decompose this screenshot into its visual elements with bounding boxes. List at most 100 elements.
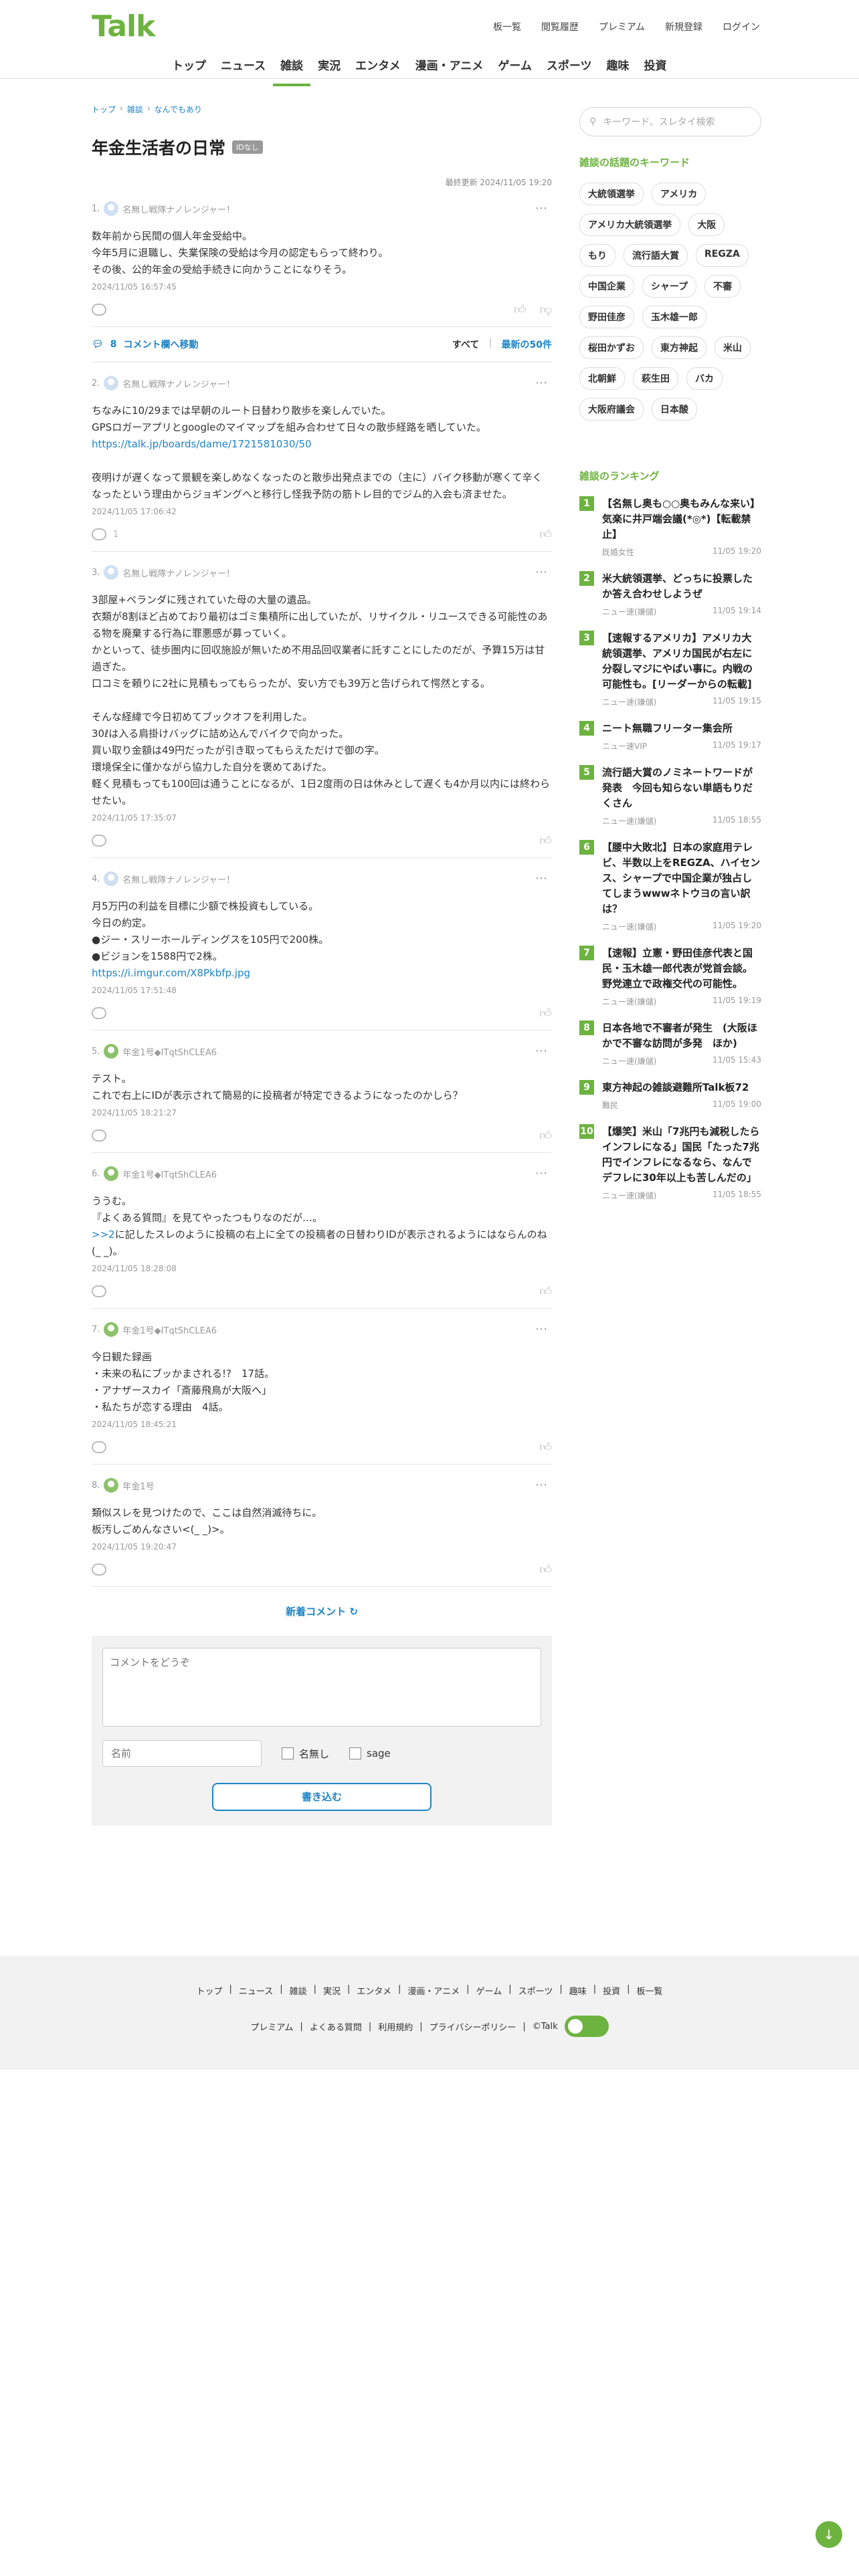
- keyword-tag[interactable]: 米山: [714, 336, 751, 359]
- more-menu-icon[interactable]: ⋯: [535, 565, 548, 579]
- keyword-tag[interactable]: もり: [579, 244, 615, 267]
- reply-icon[interactable]: [92, 1564, 106, 1576]
- footer-link[interactable]: 投資: [603, 1984, 620, 1997]
- keyword-tag[interactable]: アメリカ大統領選挙: [579, 213, 681, 236]
- theme-toggle[interactable]: [564, 2016, 609, 2037]
- thumbs-up-icon[interactable]: 👍︎: [539, 1128, 552, 1143]
- ranking-item[interactable]: 10 【爆笑】米山「7兆円も減税したらインフレになる」国民「たった7兆円でインフレ…: [579, 1124, 761, 1201]
- keyword-tag[interactable]: 桜田かずお: [579, 336, 644, 359]
- tab-hobby[interactable]: 趣味: [599, 47, 637, 86]
- ranking-title-text[interactable]: 【爆笑】米山「7兆円も減税したらインフレになる」国民「たった7兆円でインフレにな…: [602, 1124, 761, 1186]
- footer-link[interactable]: 板一覧: [637, 1984, 663, 1997]
- more-menu-icon[interactable]: ⋯: [535, 1322, 548, 1336]
- keyword-tag[interactable]: 不審: [704, 275, 741, 298]
- keyword-tag[interactable]: シャープ: [642, 275, 697, 298]
- footer-link[interactable]: ニュース: [239, 1984, 273, 1997]
- filter-all[interactable]: すべて: [452, 338, 479, 351]
- scroll-down-button[interactable]: ↓: [816, 2521, 842, 2548]
- ranking-item[interactable]: 6 【腰中大敗北】日本の家庭用テレビ、半数以上をREGZA、ハイセンス、シャープで…: [579, 840, 761, 932]
- keyword-tag[interactable]: 北朝鮮: [579, 367, 625, 390]
- footer-link[interactable]: 漫画・アニメ: [407, 1984, 460, 1997]
- more-menu-icon[interactable]: ⋯: [535, 1478, 548, 1492]
- tab-manga-anime[interactable]: 漫画・アニメ: [408, 47, 491, 86]
- anon-checkbox[interactable]: 名無し: [282, 1747, 329, 1761]
- thumbs-up-icon[interactable]: 👍︎: [514, 302, 527, 317]
- footer-link[interactable]: トップ: [196, 1984, 222, 1997]
- comment-link[interactable]: https://i.imgur.com/X8Pkbfp.jpg: [92, 967, 250, 979]
- ranking-item[interactable]: 2 米大統領選挙、どっちに投票したか答え合わせしようぜ ニュー速(嫌儲) 11/05 …: [579, 571, 761, 617]
- more-menu-icon[interactable]: ⋯: [535, 1044, 548, 1058]
- keyword-tag[interactable]: 大統領選挙: [579, 183, 644, 205]
- comment-link[interactable]: https://talk.jp/boards/dame/1721581030/5…: [92, 438, 312, 450]
- footer-link[interactable]: 実況: [323, 1984, 341, 1997]
- search-box[interactable]: ⚲ キーワード、スレタイ検索: [579, 107, 761, 136]
- nav-boards[interactable]: 板一覧: [493, 20, 521, 33]
- ranking-item[interactable]: 5 流行語大賞のノミネートワードが発表 今回も知らない単語もりだくさん ニュー速(嫌…: [579, 765, 761, 827]
- keyword-tag[interactable]: バカ: [686, 367, 723, 390]
- nav-login[interactable]: ログイン: [723, 20, 760, 33]
- keyword-tag[interactable]: 大阪: [688, 213, 725, 236]
- name-input[interactable]: [102, 1740, 262, 1767]
- nav-premium[interactable]: プレミアム: [599, 20, 645, 33]
- keyword-tag[interactable]: 流行語大賞: [624, 244, 688, 267]
- new-comments-button[interactable]: 新着コメント ↻: [92, 1587, 552, 1636]
- keyword-tag[interactable]: 中国企業: [579, 275, 634, 298]
- ranking-title-text[interactable]: 米大統領選挙、どっちに投票したか答え合わせしようぜ: [602, 571, 761, 602]
- tab-live[interactable]: 実況: [310, 47, 348, 86]
- ranking-item[interactable]: 3 【速報するアメリカ】アメリカ大統領選挙、アメリカ国民が右左に分裂しマジにやばい…: [579, 631, 761, 708]
- footer-link[interactable]: 趣味: [569, 1984, 587, 1997]
- submit-button[interactable]: 書き込む: [212, 1783, 432, 1811]
- ranking-item[interactable]: 1 【名無し奥も○○奥もみんな来い】気楽に井戸端会議(*◎*)【転載禁止】 既婚女性…: [579, 496, 761, 558]
- footer-link[interactable]: ゲーム: [476, 1984, 502, 1997]
- ranking-title-text[interactable]: 流行語大賞のノミネートワードが発表 今回も知らない単語もりだくさん: [602, 765, 761, 811]
- ranking-title-text[interactable]: 【名無し奥も○○奥もみんな来い】気楽に井戸端会議(*◎*)【転載禁止】: [602, 496, 761, 542]
- footer-link[interactable]: プライバシーポリシー: [430, 2020, 516, 2033]
- thumbs-up-icon[interactable]: 👍︎: [539, 833, 552, 848]
- breadcrumb-chat[interactable]: 雑談: [127, 104, 143, 115]
- footer-link[interactable]: スポーツ: [518, 1984, 553, 1997]
- more-menu-icon[interactable]: ⋯: [535, 376, 548, 390]
- ranking-title-text[interactable]: 【腰中大敗北】日本の家庭用テレビ、半数以上をREGZA、ハイセンス、シャープで中…: [602, 840, 761, 917]
- thumbs-up-icon[interactable]: 👍︎: [539, 1284, 552, 1299]
- filter-latest[interactable]: 最新の50件: [502, 338, 552, 351]
- breadcrumb-top[interactable]: トップ: [92, 104, 116, 115]
- thumbs-up-icon[interactable]: 👍︎: [539, 1440, 552, 1455]
- nav-register[interactable]: 新規登録: [665, 20, 702, 33]
- ranking-title-text[interactable]: ニート無職フリーター集会所: [602, 721, 761, 736]
- ranking-title-text[interactable]: 東方神起の雑談避難所Talk板72: [602, 1080, 761, 1095]
- ranking-item[interactable]: 7 【速報】立憲・野田佳彦代表と国民・玉木雄一郎代表が党首会談。野党連立で政権交代…: [579, 946, 761, 1007]
- keyword-tag[interactable]: 日本酸: [652, 398, 697, 421]
- thumbs-down-icon[interactable]: 👎︎: [540, 302, 552, 317]
- reply-icon[interactable]: [92, 835, 106, 847]
- tab-chat[interactable]: 雑談: [273, 47, 311, 86]
- keyword-tag[interactable]: 玉木雄一郎: [642, 306, 706, 328]
- tab-news[interactable]: ニュース: [213, 47, 273, 86]
- reply-icon[interactable]: [92, 304, 106, 316]
- thumbs-up-icon[interactable]: 👍︎: [539, 527, 552, 542]
- keyword-tag[interactable]: REGZA: [696, 244, 749, 267]
- reply-count[interactable]: 1: [113, 530, 118, 540]
- ranking-title-text[interactable]: 【速報するアメリカ】アメリカ大統領選挙、アメリカ国民が右左に分裂しマジにやばい事…: [602, 631, 761, 692]
- comment-link[interactable]: >>2: [92, 1228, 115, 1241]
- ranking-item[interactable]: 4 ニート無職フリーター集会所 ニュー速VIP 11/05 19:17: [579, 721, 761, 752]
- thumbs-up-icon[interactable]: 👍︎: [539, 1562, 552, 1577]
- tab-invest[interactable]: 投資: [637, 47, 674, 86]
- more-menu-icon[interactable]: ⋯: [535, 1166, 548, 1180]
- footer-link[interactable]: よくある質問: [310, 2020, 362, 2033]
- ranking-item[interactable]: 9 東方神起の雑談避難所Talk板72 難民 11/05 19:00: [579, 1080, 761, 1111]
- reply-icon[interactable]: [92, 1130, 106, 1142]
- footer-link[interactable]: 利用規約: [378, 2020, 413, 2033]
- more-menu-icon[interactable]: ⋯: [535, 871, 548, 885]
- more-menu-icon[interactable]: ⋯: [535, 201, 548, 215]
- keyword-tag[interactable]: 東方神起: [652, 336, 706, 359]
- reply-icon[interactable]: [92, 528, 106, 540]
- tab-top[interactable]: トップ: [165, 47, 213, 86]
- footer-link[interactable]: エンタメ: [357, 1984, 391, 1997]
- footer-link[interactable]: プレミアム: [250, 2020, 293, 2033]
- ranking-title-text[interactable]: 【速報】立憲・野田佳彦代表と国民・玉木雄一郎代表が党首会談。野党連立で政権交代の…: [602, 946, 761, 992]
- ranking-title-text[interactable]: 日本各地で不審者が発生 (大阪ほかで不審な訪問が多発 ほか): [602, 1021, 761, 1051]
- keyword-tag[interactable]: 野田佳彦: [579, 306, 634, 328]
- footer-link[interactable]: 雑談: [290, 1984, 307, 1997]
- reply-icon[interactable]: [92, 1441, 106, 1453]
- sage-checkbox[interactable]: sage: [349, 1747, 391, 1759]
